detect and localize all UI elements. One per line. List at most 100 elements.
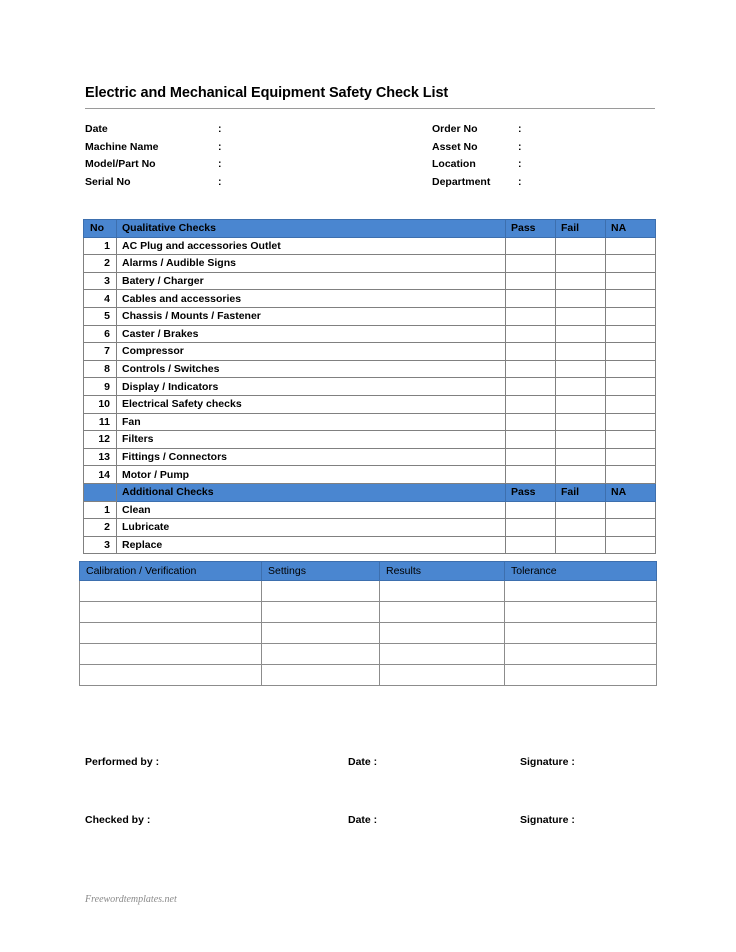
table-row: 1 AC Plug and accessories Outlet [83, 236, 656, 256]
cell-tolerance[interactable] [504, 643, 657, 665]
column-header-na: NA [605, 482, 656, 502]
row-number: 7 [83, 342, 117, 361]
field-colon: : [518, 158, 522, 170]
cell-settings[interactable] [261, 643, 380, 665]
page-title: Electric and Mechanical Equipment Safety… [85, 85, 449, 101]
cell-pass[interactable] [505, 412, 556, 432]
cell-na[interactable] [605, 518, 656, 537]
cell-tolerance[interactable] [504, 622, 657, 644]
cell-pass[interactable] [505, 518, 556, 537]
cell-pass[interactable] [505, 377, 556, 396]
row-description: Fan [116, 412, 506, 432]
cell-fail[interactable] [555, 254, 606, 273]
cell-results[interactable] [379, 622, 505, 644]
cell-na[interactable] [605, 324, 656, 344]
cell-fail[interactable] [555, 535, 606, 555]
cell-fail[interactable] [555, 447, 606, 467]
cell-na[interactable] [605, 289, 656, 308]
cell-calibration[interactable] [79, 643, 262, 665]
cell-pass[interactable] [505, 359, 556, 379]
cell-fail[interactable] [555, 430, 606, 449]
row-number: 10 [83, 394, 117, 414]
cell-results[interactable] [379, 580, 505, 602]
cell-fail[interactable] [555, 359, 606, 379]
cell-na[interactable] [605, 271, 656, 291]
cell-fail[interactable] [555, 465, 606, 484]
cell-fail[interactable] [555, 236, 606, 256]
cell-na[interactable] [605, 465, 656, 484]
cell-results[interactable] [379, 601, 505, 623]
table-row: 2 Lubricate [83, 518, 656, 537]
title-divider [85, 108, 655, 109]
table-row: 8 Controls / Switches [83, 359, 656, 379]
field-label-model-part-no: Model/Part No [85, 158, 156, 170]
cell-na[interactable] [605, 430, 656, 449]
cell-results[interactable] [379, 664, 505, 686]
cell-pass[interactable] [505, 465, 556, 484]
additional-checks-header-row: Additional Checks Pass Fail NA [83, 482, 656, 502]
cell-na[interactable] [605, 359, 656, 379]
cell-na[interactable] [605, 254, 656, 273]
table-row: 7 Compressor [83, 342, 656, 361]
cell-fail[interactable] [555, 412, 606, 432]
cell-fail[interactable] [555, 306, 606, 326]
cell-fail[interactable] [555, 324, 606, 344]
cell-results[interactable] [379, 643, 505, 665]
cell-tolerance[interactable] [504, 580, 657, 602]
cell-fail[interactable] [555, 289, 606, 308]
cell-na[interactable] [605, 306, 656, 326]
checked-by-signature-label: Signature : [520, 814, 575, 826]
cell-settings[interactable] [261, 601, 380, 623]
cell-settings[interactable] [261, 622, 380, 644]
column-header-fail: Fail [555, 482, 606, 502]
cell-fail[interactable] [555, 500, 606, 520]
cell-settings[interactable] [261, 580, 380, 602]
cell-pass[interactable] [505, 447, 556, 467]
cell-na[interactable] [605, 377, 656, 396]
cell-tolerance[interactable] [504, 664, 657, 686]
cell-pass[interactable] [505, 500, 556, 520]
cell-na[interactable] [605, 394, 656, 414]
performed-by-date-label: Date : [348, 756, 378, 768]
cell-na[interactable] [605, 500, 656, 520]
table-row: 10 Electrical Safety checks [83, 394, 656, 414]
cell-na[interactable] [605, 535, 656, 555]
cell-calibration[interactable] [79, 601, 262, 623]
cell-pass[interactable] [505, 306, 556, 326]
cell-fail[interactable] [555, 377, 606, 396]
meta-row: Model/Part No : Location : [85, 156, 660, 174]
cell-calibration[interactable] [79, 580, 262, 602]
cell-fail[interactable] [555, 518, 606, 537]
cell-calibration[interactable] [79, 622, 262, 644]
cell-pass[interactable] [505, 271, 556, 291]
row-description: AC Plug and accessories Outlet [116, 236, 506, 256]
cell-tolerance[interactable] [504, 601, 657, 623]
cell-pass[interactable] [505, 254, 556, 273]
table-row: 4 Cables and accessories [83, 289, 656, 308]
cell-na[interactable] [605, 412, 656, 432]
cell-pass[interactable] [505, 289, 556, 308]
cell-pass[interactable] [505, 236, 556, 256]
cell-na[interactable] [605, 342, 656, 361]
cell-pass[interactable] [505, 394, 556, 414]
cell-pass[interactable] [505, 342, 556, 361]
calibration-verification-table: Calibration / Verification Settings Resu… [79, 561, 657, 686]
cell-na[interactable] [605, 236, 656, 256]
cell-fail[interactable] [555, 271, 606, 291]
cell-pass[interactable] [505, 430, 556, 449]
cell-calibration[interactable] [79, 664, 262, 686]
cell-fail[interactable] [555, 394, 606, 414]
table-row: 6 Caster / Brakes [83, 324, 656, 344]
cell-pass[interactable] [505, 535, 556, 555]
table-row: 14 Motor / Pump [83, 465, 656, 484]
cell-na[interactable] [605, 447, 656, 467]
cell-fail[interactable] [555, 342, 606, 361]
cell-settings[interactable] [261, 664, 380, 686]
meta-row: Date : Order No : [85, 121, 660, 139]
table-row: 12 Filters [83, 430, 656, 449]
checked-by-label: Checked by : [85, 814, 151, 826]
field-label-department: Department [432, 175, 491, 188]
row-description: Alarms / Audible Signs [116, 254, 506, 273]
cell-pass[interactable] [505, 324, 556, 344]
row-description: Motor / Pump [116, 465, 506, 484]
